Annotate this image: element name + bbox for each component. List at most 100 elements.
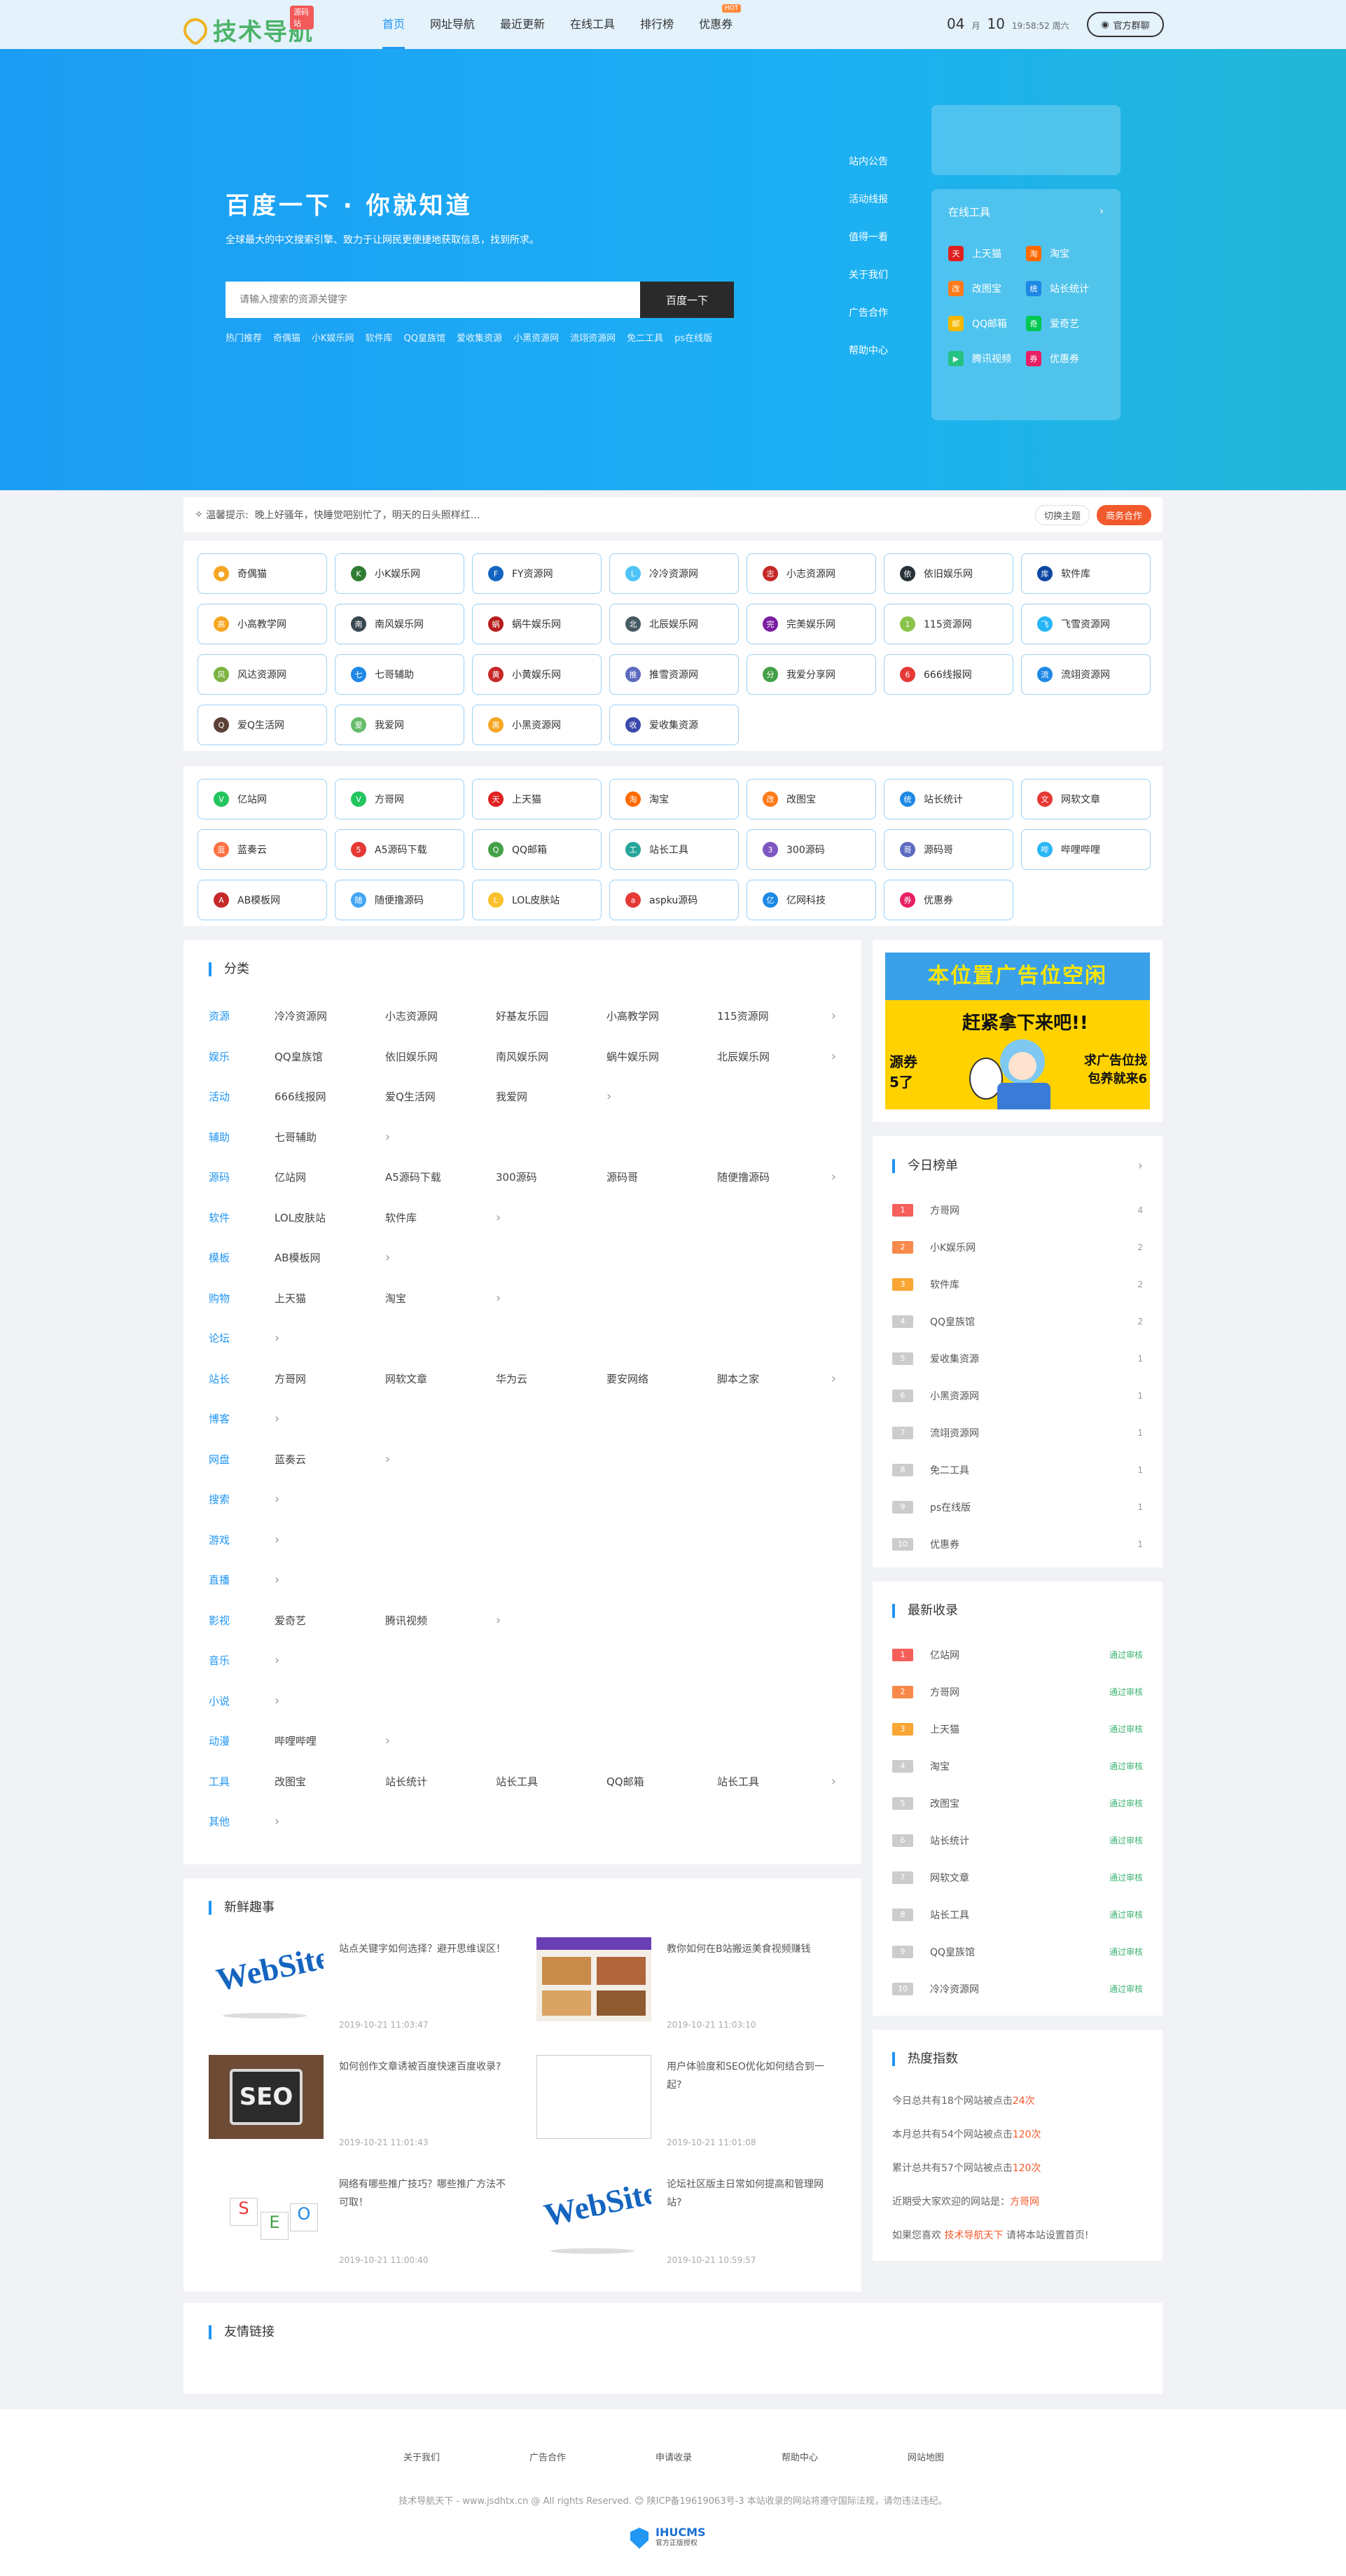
site-card[interactable]: 库软件库	[1021, 553, 1151, 594]
latest-row[interactable]: 8 站长工具 通过审核	[892, 1896, 1143, 1933]
set-homepage-link[interactable]: 技术导航天下	[944, 2230, 1003, 2241]
site-card[interactable]: 1 115资源网	[884, 604, 1013, 644]
tool-link[interactable]: 奇爱奇艺	[1026, 316, 1104, 331]
news-item[interactable]: 用户体验度和SEO优化如何结合到一起? 2019-10-21 11:01:08	[536, 2055, 836, 2153]
site-card[interactable]: 淘淘宝	[609, 779, 739, 819]
rank-site[interactable]: 方哥网	[930, 1203, 1137, 1217]
rank-site[interactable]: 流翊资源网	[930, 1426, 1137, 1440]
tool-link[interactable]: 淘淘宝	[1026, 246, 1104, 261]
nav-item-3[interactable]: 在线工具	[557, 0, 627, 49]
category-link[interactable]: 要安网络	[606, 1371, 717, 1386]
site-card[interactable]: V 亿站网	[197, 779, 327, 819]
ranking-row[interactable]: 10 优惠券 1	[892, 1525, 1143, 1563]
site-card[interactable]: a aspku源码	[609, 880, 739, 920]
hot-word-link[interactable]: 小黑资源网	[513, 331, 559, 344]
side-link[interactable]: 广告合作	[849, 305, 888, 319]
latest-site[interactable]: 亿站网	[930, 1648, 1109, 1662]
hot-word-link[interactable]: 流翊资源网	[570, 331, 616, 344]
hero-ad-slot[interactable]	[931, 105, 1120, 175]
category-link[interactable]: 源码哥	[606, 1170, 717, 1184]
site-card[interactable]: 爱我爱网	[335, 705, 464, 745]
category-link[interactable]: 淘宝	[385, 1291, 496, 1306]
category-name[interactable]: 资源	[209, 1009, 275, 1023]
news-thumbnail[interactable]	[536, 1937, 651, 2021]
site-card[interactable]: 统站长统计	[884, 779, 1013, 819]
category-name[interactable]: 娱乐	[209, 1049, 275, 1064]
chevron-right-icon[interactable]: ›	[496, 1291, 501, 1306]
category-link[interactable]: LOL皮肤站	[275, 1210, 385, 1225]
category-link[interactable]: 亿站网	[275, 1170, 385, 1184]
site-card[interactable]: 推推雪资源网	[609, 654, 739, 695]
rank-site[interactable]: ps在线版	[930, 1500, 1137, 1514]
footer-link[interactable]: 申请收录	[655, 2450, 782, 2463]
latest-site[interactable]: 冷冷资源网	[930, 1982, 1109, 1996]
side-link[interactable]: 关于我们	[849, 268, 888, 282]
latest-site[interactable]: 站长统计	[930, 1834, 1109, 1848]
category-link[interactable]: 蜗牛娱乐网	[606, 1049, 717, 1064]
site-card[interactable]: 工站长工具	[609, 829, 739, 870]
ranking-row[interactable]: 8 免二工具 1	[892, 1451, 1143, 1488]
ranking-row[interactable]: 9 ps在线版 1	[892, 1488, 1143, 1525]
popular-site-link[interactable]: 方哥网	[1010, 2196, 1039, 2208]
footer-link[interactable]: 关于我们	[403, 2450, 529, 2463]
category-link[interactable]: A5源码下载	[385, 1170, 496, 1184]
category-name[interactable]: 游戏	[209, 1532, 275, 1547]
category-link[interactable]: 脚本之家	[717, 1371, 828, 1386]
category-link[interactable]: 站长工具	[496, 1774, 606, 1789]
news-thumbnail[interactable]: WebSite	[536, 2173, 651, 2257]
chevron-right-icon[interactable]: ›	[831, 1009, 836, 1023]
side-link[interactable]: 值得一看	[849, 230, 888, 244]
site-card[interactable]: 北北辰娱乐网	[609, 604, 739, 644]
category-name[interactable]: 搜索	[209, 1492, 275, 1507]
news-item[interactable]: WebSite 论坛社区版主日常如何提高和管理网站? 2019-10-21 10:5…	[536, 2173, 836, 2271]
switch-theme-button[interactable]: 切换主题	[1034, 504, 1090, 525]
category-name[interactable]: 网盘	[209, 1452, 275, 1467]
latest-row[interactable]: 6 站长统计 通过审核	[892, 1822, 1143, 1859]
category-link[interactable]: 站长统计	[385, 1774, 496, 1789]
ranking-row[interactable]: 6 小黑资源网 1	[892, 1377, 1143, 1414]
news-item[interactable]: WebSite 站点关键字如何选择？避开思维误区！ 2019-10-21 11:03…	[209, 1937, 508, 2035]
chevron-right-icon[interactable]: ›	[831, 1170, 836, 1184]
ranking-row[interactable]: 1 方哥网 4	[892, 1191, 1143, 1228]
site-card[interactable]: 黄小黄娱乐网	[472, 654, 602, 695]
category-name[interactable]: 直播	[209, 1572, 275, 1587]
site-card[interactable]: 券优惠券	[884, 880, 1013, 920]
site-card[interactable]: ● 奇偶猫	[197, 553, 327, 594]
footer-link[interactable]: 广告合作	[529, 2450, 655, 2463]
news-headline[interactable]: 如何创作文章诱被百度快速百度收录?	[339, 2058, 501, 2076]
category-name[interactable]: 音乐	[209, 1653, 275, 1668]
hot-word-link[interactable]: QQ皇族馆	[404, 331, 445, 344]
news-headline[interactable]: 用户体验度和SEO优化如何结合到一起?	[667, 2058, 836, 2094]
category-name[interactable]: 购物	[209, 1291, 275, 1306]
category-link[interactable]: 南风娱乐网	[496, 1049, 606, 1064]
category-name[interactable]: 工具	[209, 1774, 275, 1789]
hot-word-link[interactable]: 软件库	[366, 331, 393, 344]
chevron-right-icon[interactable]: ›	[275, 1411, 279, 1426]
latest-site[interactable]: 站长工具	[930, 1908, 1109, 1922]
category-link[interactable]: 上天猫	[275, 1291, 385, 1306]
hot-word-link[interactable]: 爱收集资源	[457, 331, 502, 344]
category-name[interactable]: 动漫	[209, 1733, 275, 1748]
site-card[interactable]: 黑小黑资源网	[472, 705, 602, 745]
chevron-right-icon[interactable]: ›	[275, 1331, 279, 1345]
site-card[interactable]: 随随便撸源码	[335, 880, 464, 920]
site-card[interactable]: 3 300源码	[747, 829, 876, 870]
chevron-right-icon[interactable]: ›	[385, 1452, 390, 1467]
site-card[interactable]: V 方哥网	[335, 779, 464, 819]
chevron-right-icon[interactable]: ›	[385, 1733, 390, 1748]
latest-site[interactable]: 改图宝	[930, 1796, 1109, 1810]
chevron-right-icon[interactable]: ›	[275, 1694, 279, 1708]
news-headline[interactable]: 教你如何在B站搬运美食视频赚钱	[667, 1940, 811, 1958]
rank-site[interactable]: 小黑资源网	[930, 1389, 1137, 1403]
category-link[interactable]: 666线报网	[275, 1089, 385, 1104]
chevron-right-icon[interactable]: ›	[606, 1089, 611, 1104]
site-card[interactable]: 风风达资源网	[197, 654, 327, 695]
nav-item-0[interactable]: 首页	[370, 0, 417, 49]
site-card[interactable]: 亿亿网科技	[747, 880, 876, 920]
latest-row[interactable]: 7 网软文章 通过审核	[892, 1859, 1143, 1896]
hot-word-link[interactable]: 免二工具	[627, 331, 663, 344]
footer-link[interactable]: 帮助中心	[782, 2450, 908, 2463]
category-link[interactable]: 好基友乐园	[496, 1009, 606, 1023]
ranking-row[interactable]: 4 QQ皇族馆 2	[892, 1303, 1143, 1340]
category-link[interactable]: 我爱网	[496, 1089, 606, 1104]
